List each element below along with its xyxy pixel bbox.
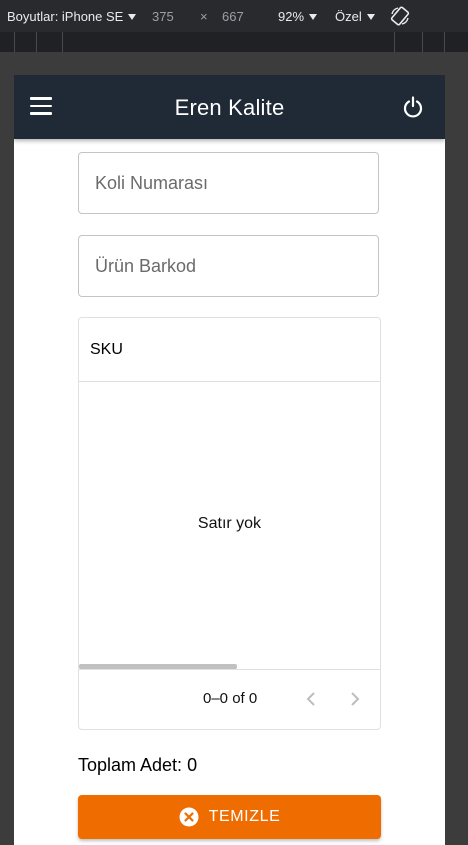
throttle-select[interactable]: Özel <box>335 9 375 24</box>
device-select-label: Boyutlar: iPhone SE <box>7 9 124 24</box>
clear-button-label: TEMIZLE <box>208 808 281 825</box>
koli-numarasi-field[interactable] <box>78 152 379 214</box>
device-select[interactable]: Boyutlar: iPhone SE <box>7 9 137 24</box>
device-viewport: Eren Kalite SKU Satır yok 0–0 of 0 <box>14 75 445 845</box>
cancel-icon <box>179 807 199 827</box>
urun-barkod-input[interactable] <box>79 236 378 296</box>
urun-barkod-field[interactable] <box>78 235 379 297</box>
chevron-down-icon <box>128 13 137 20</box>
device-toolbar: Boyutlar: iPhone SE 375 × 667 92% Özel <box>0 0 468 32</box>
width-input[interactable]: 375 <box>152 9 174 24</box>
koli-numarasi-input[interactable] <box>79 153 378 213</box>
zoom-label: 92% <box>278 9 305 24</box>
clear-button[interactable]: TEMIZLE <box>78 795 381 839</box>
rotate-icon[interactable] <box>389 5 411 27</box>
grid-footer: 0–0 of 0 <box>79 669 380 729</box>
column-header-sku[interactable]: SKU <box>90 341 123 359</box>
throttle-label: Özel <box>335 9 362 24</box>
power-icon[interactable] <box>402 96 424 118</box>
chevron-left-icon[interactable] <box>303 690 319 708</box>
chevron-right-icon[interactable] <box>347 690 363 708</box>
app-title: Eren Kalite <box>174 95 285 120</box>
total-count: Toplam Adet: 0 <box>78 755 198 775</box>
zoom-select[interactable]: 92% <box>278 9 318 24</box>
empty-rows-message: Satır yok <box>197 515 262 532</box>
height-input[interactable]: 667 <box>222 9 244 24</box>
media-query-bar <box>0 32 468 53</box>
chevron-down-icon <box>309 13 318 20</box>
app-bar: Eren Kalite <box>14 75 445 139</box>
chevron-down-icon <box>366 13 375 20</box>
grid-header: SKU <box>79 318 380 382</box>
data-grid: SKU Satır yok 0–0 of 0 <box>78 317 381 730</box>
times-sign: × <box>200 9 208 24</box>
pagination-range: 0–0 of 0 <box>203 690 258 707</box>
